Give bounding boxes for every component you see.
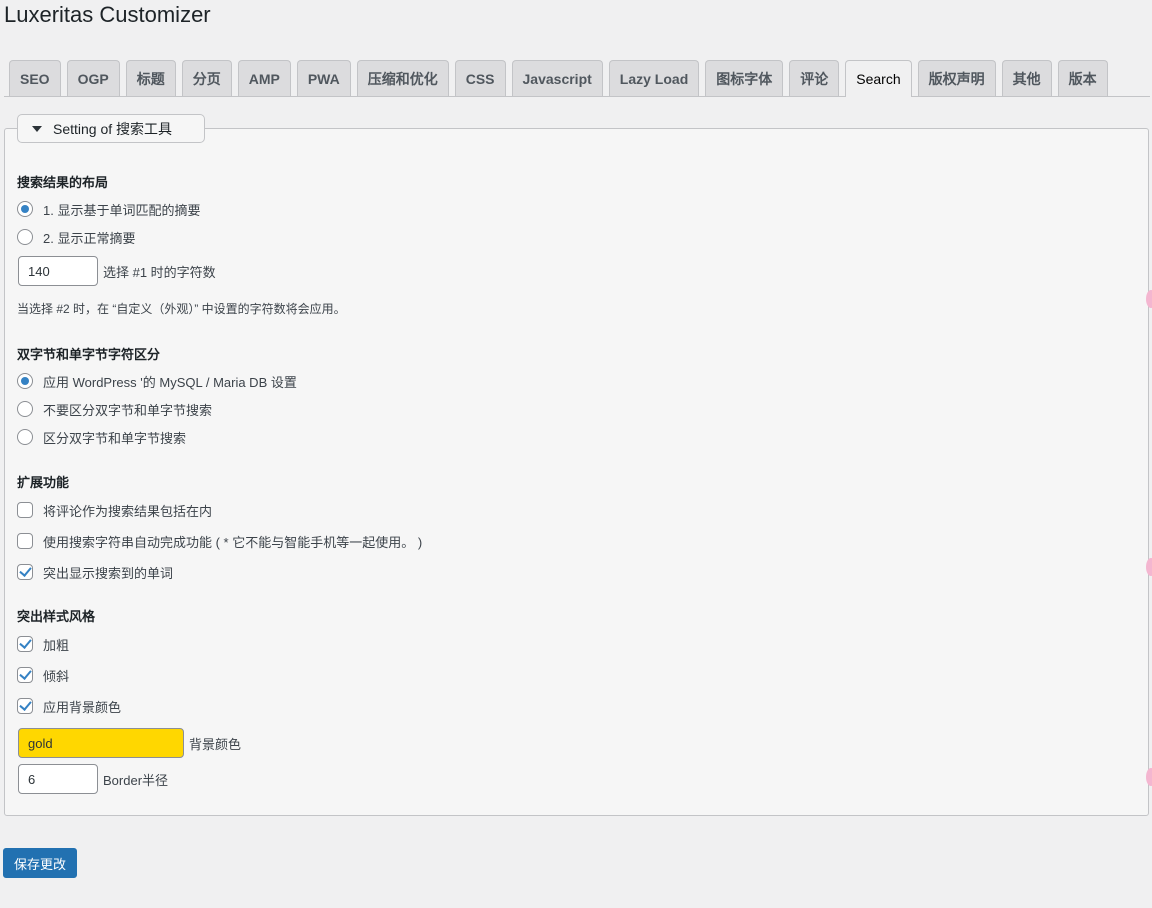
bg-color-row: 背景颜色 bbox=[18, 728, 241, 758]
radio-button[interactable] bbox=[17, 201, 33, 217]
char-count-label: 选择 #1 时的字符数 bbox=[103, 264, 216, 280]
tab-2[interactable]: 标题 bbox=[125, 60, 176, 96]
tab-0[interactable]: SEO bbox=[9, 60, 61, 96]
option-label: 将评论作为搜索结果包括在内 bbox=[43, 503, 213, 519]
option-label: 应用 WordPress '的 MySQL / Maria DB 设置 bbox=[43, 374, 297, 390]
tab-6[interactable]: 压缩和优化 bbox=[356, 60, 449, 96]
bg-color-option[interactable]: 应用背景颜色 bbox=[17, 697, 121, 715]
checkbox[interactable] bbox=[17, 636, 33, 652]
radio-button[interactable] bbox=[17, 429, 33, 445]
tab-15[interactable]: 版本 bbox=[1057, 60, 1108, 96]
char-count-row: 选择 #1 时的字符数 bbox=[18, 256, 216, 286]
multibyte-option-distinguish[interactable]: 区分双字节和单字节搜索 bbox=[17, 428, 186, 446]
tab-12[interactable]: Search bbox=[845, 60, 912, 97]
checkbox[interactable] bbox=[17, 564, 33, 580]
multibyte-option-no-distinguish[interactable]: 不要区分双字节和单字节搜索 bbox=[17, 400, 212, 418]
italic-option[interactable]: 倾斜 bbox=[17, 666, 69, 684]
tab-3[interactable]: 分页 bbox=[181, 60, 232, 96]
radio-button[interactable] bbox=[17, 373, 33, 389]
checkbox[interactable] bbox=[17, 502, 33, 518]
checkbox[interactable] bbox=[17, 533, 33, 549]
tab-11[interactable]: 评论 bbox=[789, 60, 840, 96]
caret-down-icon bbox=[32, 125, 42, 132]
edge-marker bbox=[1146, 768, 1152, 786]
option-label: 应用背景颜色 bbox=[43, 699, 122, 715]
edge-marker bbox=[1146, 558, 1152, 576]
char-count-input[interactable] bbox=[18, 256, 98, 286]
option-label: 使用搜索字符串自动完成功能 ( * 它不能与智能手机等一起使用。 ) bbox=[43, 534, 423, 550]
border-radius-row: Border半径 bbox=[18, 764, 168, 794]
tab-1[interactable]: OGP bbox=[66, 60, 120, 96]
layout-option-1[interactable]: 1. 显示基于单词匹配的摘要 bbox=[17, 200, 200, 218]
highlight-words-option[interactable]: 突出显示搜索到的单词 bbox=[17, 563, 173, 581]
tab-14[interactable]: 其他 bbox=[1001, 60, 1052, 96]
include-comments-option[interactable]: 将评论作为搜索结果包括在内 bbox=[17, 501, 212, 519]
option-label: 2. 显示正常摘要 bbox=[43, 230, 136, 246]
settings-panel bbox=[4, 128, 1149, 816]
save-changes-button[interactable]: 保存更改 bbox=[3, 848, 77, 878]
border-radius-label: Border半径 bbox=[103, 772, 169, 788]
bold-option[interactable]: 加粗 bbox=[17, 635, 69, 653]
tab-5[interactable]: PWA bbox=[296, 60, 351, 96]
option-label: 不要区分双字节和单字节搜索 bbox=[43, 402, 213, 418]
layout-note: 当选择 #2 时，在 “自定义（外观）” 中设置的字符数将会应用。 bbox=[17, 302, 346, 316]
multibyte-option-wp[interactable]: 应用 WordPress '的 MySQL / Maria DB 设置 bbox=[17, 372, 297, 390]
tab-bar: SEO OGP 标题 分页 AMP PWA 压缩和优化 CSS Javascript Lazy L… bbox=[4, 60, 1150, 97]
checkbox[interactable] bbox=[17, 667, 33, 683]
bg-color-label: 背景颜色 bbox=[189, 736, 242, 752]
tab-13[interactable]: 版权声明 bbox=[917, 60, 996, 96]
section-legend-label: Setting of 搜索工具 bbox=[53, 120, 173, 137]
option-label: 区分双字节和单字节搜索 bbox=[43, 430, 187, 446]
radio-button[interactable] bbox=[17, 401, 33, 417]
radio-button[interactable] bbox=[17, 229, 33, 245]
tab-7[interactable]: CSS bbox=[454, 60, 506, 96]
autocomplete-option[interactable]: 使用搜索字符串自动完成功能 ( * 它不能与智能手机等一起使用。 ) bbox=[17, 532, 422, 550]
tab-8[interactable]: Javascript bbox=[511, 60, 603, 96]
option-label: 倾斜 bbox=[43, 668, 70, 684]
page-title: Luxeritas Customizer bbox=[4, 2, 211, 27]
option-label: 加粗 bbox=[43, 637, 70, 653]
tab-4[interactable]: AMP bbox=[237, 60, 291, 96]
bg-color-input[interactable] bbox=[18, 728, 184, 758]
edge-marker bbox=[1146, 290, 1152, 308]
tab-9[interactable]: Lazy Load bbox=[608, 60, 700, 96]
section-toggle[interactable]: Setting of 搜索工具 bbox=[17, 114, 205, 143]
border-radius-input[interactable] bbox=[18, 764, 98, 794]
option-label: 突出显示搜索到的单词 bbox=[43, 565, 174, 581]
highlight-section-title: 突出样式风格 bbox=[17, 609, 96, 624]
multibyte-section-title: 双字节和单字节字符区分 bbox=[17, 347, 161, 362]
checkbox[interactable] bbox=[17, 698, 33, 714]
tab-10[interactable]: 图标字体 bbox=[705, 60, 784, 96]
layout-section-title: 搜索结果的布局 bbox=[17, 175, 109, 190]
extensions-section-title: 扩展功能 bbox=[17, 475, 70, 490]
option-label: 1. 显示基于单词匹配的摘要 bbox=[43, 202, 201, 218]
layout-option-2[interactable]: 2. 显示正常摘要 bbox=[17, 228, 135, 246]
